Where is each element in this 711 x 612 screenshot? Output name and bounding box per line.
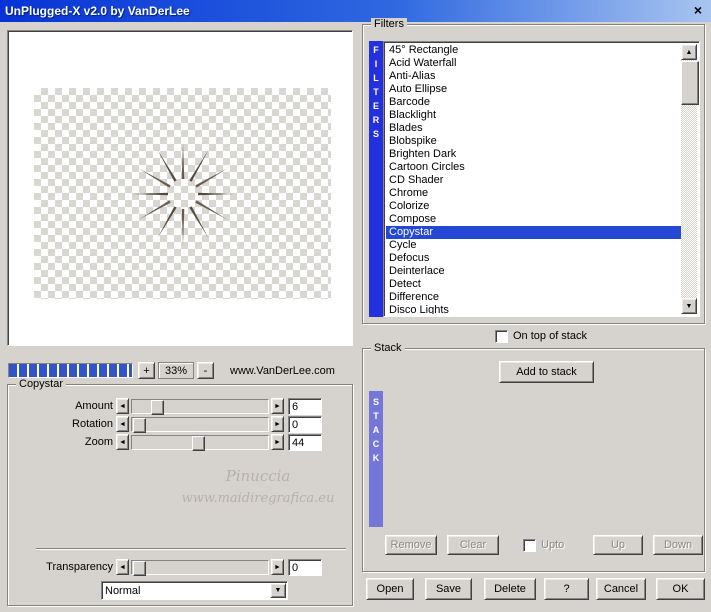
filters-group-label: Filters xyxy=(371,18,407,30)
transparency-decrement-button[interactable]: ◄ xyxy=(116,559,129,575)
rotation-increment-button[interactable]: ► xyxy=(271,416,284,432)
zoom-in-button[interactable]: + xyxy=(138,362,155,379)
scroll-up-button[interactable]: ▲ xyxy=(681,44,697,60)
filter-list-item[interactable]: Deinterlace xyxy=(386,265,681,278)
upto-checkbox[interactable]: Upto xyxy=(523,538,564,552)
transparency-slider-track[interactable] xyxy=(131,560,269,575)
starburst-graphic xyxy=(123,134,243,254)
stack-group-label: Stack xyxy=(371,342,405,354)
stack-group: Stack Add to stack STACK Remove Clear Up… xyxy=(362,348,705,572)
zoom-level: 33% xyxy=(158,362,194,379)
separator-line xyxy=(36,548,346,550)
amount-label: Amount xyxy=(18,398,113,414)
filter-list-item[interactable]: Colorize xyxy=(386,200,681,213)
rotation-label: Rotation xyxy=(18,416,113,432)
help-button[interactable]: ? xyxy=(544,578,589,600)
filter-list-item[interactable]: Cartoon Circles xyxy=(386,161,681,174)
on-top-of-stack-checkbox[interactable]: On top of stack xyxy=(495,329,587,343)
zoom-slider-handle[interactable] xyxy=(192,436,205,451)
website-link[interactable]: www.VanDerLee.com xyxy=(215,365,350,377)
rotation-slider-track[interactable] xyxy=(131,417,269,432)
progress-bar xyxy=(8,363,133,378)
rotation-decrement-button[interactable]: ◄ xyxy=(116,416,129,432)
filter-list-item[interactable]: Chrome xyxy=(386,187,681,200)
rotation-input[interactable] xyxy=(288,416,322,433)
filters-vertical-label: FILTERS xyxy=(369,41,383,317)
filter-list-scrollbar[interactable]: ▲ ▼ xyxy=(681,44,697,314)
watermark-line2: www.maidiregrafica.eu xyxy=(158,491,358,506)
scrollbar-thumb[interactable] xyxy=(681,61,699,105)
save-button[interactable]: Save xyxy=(425,578,472,600)
rotation-slider-handle[interactable] xyxy=(133,418,146,433)
amount-input[interactable] xyxy=(288,398,322,415)
zoom-increment-button[interactable]: ► xyxy=(271,434,284,450)
preview-panel xyxy=(7,30,353,346)
title-bar: UnPlugged-X v2.0 by VanDerLee xyxy=(0,0,711,22)
delete-button[interactable]: Delete xyxy=(484,578,536,600)
zoom-label: Zoom xyxy=(18,434,113,450)
filter-list-item[interactable]: Blades xyxy=(386,122,681,135)
filter-list-item[interactable]: Anti-Alias xyxy=(386,70,681,83)
amount-slider-track[interactable] xyxy=(131,399,269,414)
filter-list-item[interactable]: Defocus xyxy=(386,252,681,265)
scroll-down-button[interactable]: ▼ xyxy=(681,298,697,314)
zoom-out-button[interactable]: - xyxy=(197,362,214,379)
open-button[interactable]: Open xyxy=(366,578,414,600)
zoom-decrement-button[interactable]: ◄ xyxy=(116,434,129,450)
filter-list-item[interactable]: CD Shader xyxy=(386,174,681,187)
ok-button[interactable]: OK xyxy=(656,578,705,600)
chevron-down-icon[interactable]: ▼ xyxy=(270,583,286,598)
cancel-button[interactable]: Cancel xyxy=(596,578,646,600)
filter-list-item[interactable]: Barcode xyxy=(386,96,681,109)
filter-list-item[interactable]: Blacklight xyxy=(386,109,681,122)
filter-list-item[interactable]: Copystar xyxy=(386,226,681,239)
progress-bar-fill xyxy=(9,364,132,377)
clear-button[interactable]: Clear xyxy=(447,535,499,555)
filter-list-item[interactable]: Brighten Dark xyxy=(386,148,681,161)
close-button[interactable]: × xyxy=(690,3,706,19)
filter-list-item[interactable]: 45° Rectangle xyxy=(386,44,681,57)
filter-list-item[interactable]: Cycle xyxy=(386,239,681,252)
transparency-increment-button[interactable]: ► xyxy=(271,559,284,575)
filter-list-item[interactable]: Compose xyxy=(386,213,681,226)
stack-list[interactable] xyxy=(383,391,700,527)
down-button[interactable]: Down xyxy=(653,535,703,555)
zoom-slider-track[interactable] xyxy=(131,435,269,450)
transparency-slider-handle[interactable] xyxy=(133,561,146,576)
filter-list-item[interactable]: Detect xyxy=(386,278,681,291)
filter-list-item[interactable]: Auto Ellipse xyxy=(386,83,681,96)
transparency-input[interactable] xyxy=(288,559,322,576)
dialog-window: UnPlugged-X v2.0 by VanDerLee × xyxy=(0,0,711,612)
up-button[interactable]: Up xyxy=(593,535,643,555)
blend-mode-select[interactable]: Normal ▼ xyxy=(101,581,288,600)
checkbox-box-icon xyxy=(495,330,508,343)
filter-list: 45° RectangleAcid WaterfallAnti-AliasAut… xyxy=(383,41,700,317)
preview-canvas[interactable] xyxy=(34,88,331,299)
parameters-group: Copystar Amount ◄ ► Rotation ◄ ► Zoom ◄ … xyxy=(7,384,353,606)
stack-vertical-label: STACK xyxy=(369,391,383,527)
filter-list-item[interactable]: Acid Waterfall xyxy=(386,57,681,70)
filters-group: Filters FILTERS 45° RectangleAcid Waterf… xyxy=(362,24,705,324)
amount-increment-button[interactable]: ► xyxy=(271,398,284,414)
watermark-line1: Pinuccia xyxy=(158,467,358,485)
filter-list-item[interactable]: Difference xyxy=(386,291,681,304)
remove-button[interactable]: Remove xyxy=(385,535,437,555)
filter-list-item[interactable]: Disco Lights xyxy=(386,304,681,314)
add-to-stack-button[interactable]: Add to stack xyxy=(499,361,594,383)
zoom-input[interactable] xyxy=(288,434,322,451)
upto-label: Upto xyxy=(541,539,564,551)
on-top-of-stack-label: On top of stack xyxy=(513,330,587,342)
filter-list-item[interactable]: Blobspike xyxy=(386,135,681,148)
filter-list-items: 45° RectangleAcid WaterfallAnti-AliasAut… xyxy=(386,44,681,314)
parameters-group-label: Copystar xyxy=(16,378,66,390)
checkbox-box-icon xyxy=(523,539,536,552)
transparency-label: Transparency xyxy=(18,559,113,575)
amount-slider-handle[interactable] xyxy=(151,400,164,415)
window-title: UnPlugged-X v2.0 by VanDerLee xyxy=(0,4,190,18)
amount-decrement-button[interactable]: ◄ xyxy=(116,398,129,414)
blend-mode-value: Normal xyxy=(105,583,140,599)
